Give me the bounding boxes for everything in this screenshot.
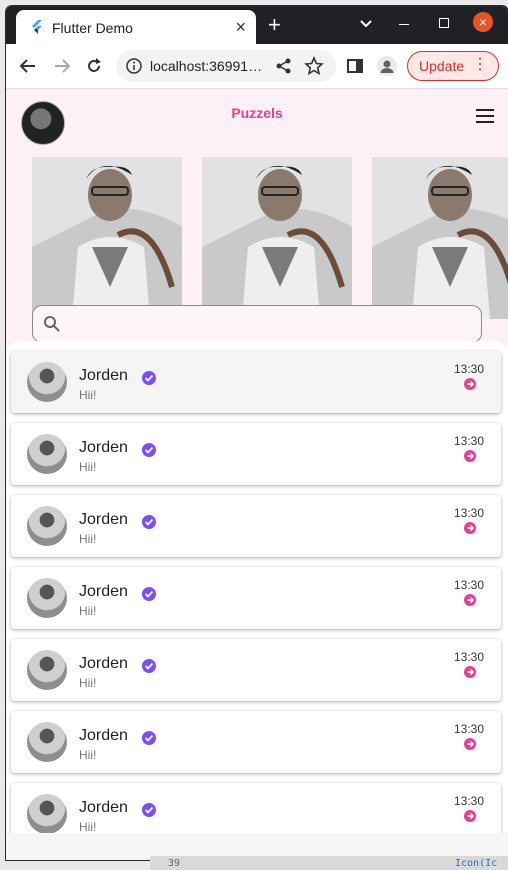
message-time: 13:30: [454, 650, 485, 664]
tab-title: Flutter Demo: [52, 20, 133, 36]
last-message: Hii!: [79, 676, 97, 690]
verified-badge-icon: [142, 443, 156, 457]
contact-avatar: [27, 650, 67, 690]
chat-list-item[interactable]: Jorden Hii! 13:30: [11, 351, 501, 413]
address-bar[interactable]: localhost:36991…: [116, 50, 336, 82]
minimize-icon[interactable]: [399, 24, 409, 25]
contact-name: Jorden: [79, 511, 128, 528]
last-message: Hii!: [79, 460, 97, 474]
verified-badge-icon: [142, 587, 156, 601]
contact-avatar: [27, 794, 67, 834]
update-label: Update: [419, 58, 465, 74]
browser-toolbar: localhost:36991… Update ⋮: [6, 44, 508, 89]
unread-arrow-icon: [464, 738, 476, 750]
search-field[interactable]: [32, 305, 482, 343]
last-message: Hii!: [79, 532, 97, 546]
message-time: 13:30: [454, 794, 485, 808]
app-viewport: Puzzels Jorden Hii! 13:30 Jorden Hii! 13…: [6, 89, 508, 860]
app-title: Puzzels: [231, 105, 283, 121]
story-image[interactable]: [372, 157, 508, 319]
verified-badge-icon: [142, 659, 156, 673]
verified-badge-icon: [142, 731, 156, 745]
chat-list-item[interactable]: Jorden Hii! 13:30: [11, 495, 501, 557]
message-time: 13:30: [454, 362, 485, 376]
ide-code-fragment: Icon(Ic: [455, 858, 498, 869]
contact-name: Jorden: [79, 439, 128, 456]
chat-list-item[interactable]: Jorden Hii! 13:30: [11, 711, 501, 773]
contact-name: Jorden: [79, 583, 128, 600]
chat-list-item[interactable]: Jorden Hii! 13:30: [11, 639, 501, 701]
person-photo-icon: [372, 157, 508, 319]
app-bar: Puzzels: [6, 89, 508, 145]
close-window-icon[interactable]: ×: [473, 12, 493, 32]
tab-search-chevron-icon[interactable]: [358, 15, 374, 31]
verified-badge-icon: [142, 515, 156, 529]
chat-list-item[interactable]: Jorden Hii! 13:30: [11, 423, 501, 485]
contact-name: Jorden: [79, 367, 128, 384]
update-button[interactable]: Update ⋮: [407, 51, 499, 81]
browser-window: Flutter Demo × + × localhost:36991… Upda…: [6, 6, 508, 860]
contact-name: Jorden: [79, 799, 128, 816]
contact-avatar: [27, 362, 67, 402]
chat-list-item[interactable]: Jorden Hii! 13:30: [11, 567, 501, 629]
message-time: 13:30: [454, 434, 485, 448]
verified-badge-icon: [142, 803, 156, 817]
unread-arrow-icon: [464, 378, 476, 390]
last-message: Hii!: [79, 604, 97, 618]
forward-arrow-icon[interactable]: [52, 56, 72, 76]
unread-arrow-icon: [464, 810, 476, 822]
search-icon: [44, 316, 60, 332]
message-time: 13:30: [454, 506, 485, 520]
story-image[interactable]: [32, 157, 182, 319]
contact-name: Jorden: [79, 655, 128, 672]
maximize-icon[interactable]: [439, 18, 449, 28]
bookmark-star-icon[interactable]: [304, 56, 324, 76]
new-tab-icon[interactable]: +: [268, 12, 281, 38]
person-photo-icon: [202, 157, 352, 319]
tab-strip: Flutter Demo × + ×: [6, 6, 508, 44]
message-time: 13:30: [454, 722, 485, 736]
flutter-logo-icon: [32, 20, 42, 34]
profile-avatar[interactable]: [377, 56, 397, 76]
chat-list: Jorden Hii! 13:30 Jorden Hii! 13:30 Jorden Hii!…: [6, 341, 508, 845]
reload-icon[interactable]: [84, 56, 104, 76]
unread-arrow-icon: [464, 450, 476, 462]
contact-avatar: [27, 506, 67, 546]
verified-badge-icon: [142, 371, 156, 385]
unread-arrow-icon: [464, 594, 476, 606]
share-icon[interactable]: [274, 56, 294, 76]
side-panel-icon[interactable]: [345, 56, 365, 76]
last-message: Hii!: [79, 748, 97, 762]
ide-line-number: 39: [168, 858, 181, 869]
last-message: Hii!: [79, 388, 97, 402]
story-carousel: [32, 157, 508, 319]
contact-avatar: [27, 722, 67, 762]
menu-icon[interactable]: [476, 109, 494, 123]
url-text: localhost:36991…: [150, 58, 263, 74]
person-photo-icon: [32, 157, 182, 319]
contact-avatar: [27, 578, 67, 618]
unread-arrow-icon: [464, 522, 476, 534]
story-image[interactable]: [202, 157, 352, 319]
browser-menu-icon[interactable]: ⋮: [472, 57, 488, 73]
tab-close-icon[interactable]: ×: [235, 17, 246, 38]
contact-name: Jorden: [79, 727, 128, 744]
message-time: 13:30: [454, 578, 485, 592]
last-message: Hii!: [79, 820, 97, 834]
back-arrow-icon[interactable]: [18, 56, 38, 76]
browser-tab[interactable]: Flutter Demo ×: [16, 10, 256, 44]
contact-avatar: [27, 434, 67, 474]
profile-icon: [380, 60, 394, 73]
site-info-icon[interactable]: [126, 58, 142, 74]
unread-arrow-icon: [464, 666, 476, 678]
